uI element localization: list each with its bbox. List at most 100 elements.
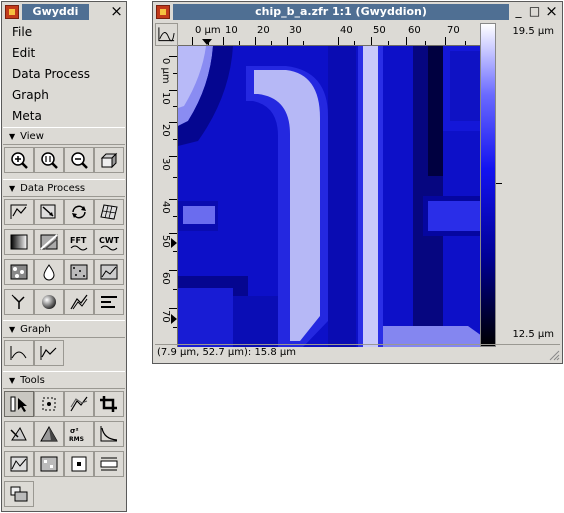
graph-surface-button[interactable] (94, 259, 124, 285)
spot-remove-tool-button[interactable] (4, 451, 34, 477)
crop-resample-button[interactable] (34, 199, 64, 225)
surface-plot-icon (100, 264, 118, 280)
section-view[interactable]: ▼ View (3, 127, 125, 145)
line-stats-tool-button[interactable] (94, 451, 124, 477)
graph-points-button[interactable] (34, 340, 64, 366)
maximize-button[interactable]: □ (528, 5, 541, 18)
sfunctions-tool-button[interactable] (94, 421, 124, 447)
menu-edit[interactable]: Edit (12, 43, 35, 63)
ruler-y-label: 10 (160, 92, 171, 105)
data-window-titlebar[interactable]: chip_b_a.zfr 1:1 (Gwyddion) _ □ × (153, 2, 562, 22)
y-position-marker-icon (171, 314, 177, 324)
crop-tool-button[interactable] (94, 391, 124, 417)
grid-shear-icon (100, 204, 118, 220)
shear-button[interactable] (94, 199, 124, 225)
svg-text:σ²: σ² (70, 427, 79, 435)
sphere-button[interactable] (34, 289, 64, 315)
minimize-button[interactable]: _ (512, 5, 525, 18)
afm-height-image[interactable] (178, 46, 489, 347)
rotate-icon (72, 205, 86, 219)
menu-meta[interactable]: Meta (12, 106, 42, 126)
close-button[interactable]: × (545, 4, 558, 19)
gwyddion-app-icon (5, 5, 19, 19)
ruler-x-label: 20 (257, 25, 270, 36)
colorbar-min-label: 12.5 µm (512, 329, 554, 340)
level-button[interactable] (4, 199, 34, 225)
toolbox-titlebar[interactable]: Gwyddi × (2, 2, 126, 22)
ruler-y-label: 30 (160, 158, 171, 171)
expander-down-icon: ▼ (9, 376, 16, 385)
grains-button[interactable] (4, 259, 34, 285)
color-scale-bar (480, 23, 496, 347)
resize-grip-icon[interactable] (548, 349, 560, 361)
gradient-icon (10, 234, 28, 250)
graph-menu-button[interactable] (155, 23, 178, 46)
cursor-value-readout: (7.9 µm, 52.7 µm): 15.8 µm (157, 347, 296, 358)
stats-tool-button[interactable]: σ² RMS (64, 421, 94, 447)
zoom-in-icon (11, 152, 28, 169)
ruler-y-label: 20 (160, 124, 171, 137)
3d-cube-icon (100, 152, 118, 169)
mask-tool-button[interactable] (64, 451, 94, 477)
level3-tool-button[interactable] (34, 421, 64, 447)
expander-down-icon: ▼ (9, 132, 16, 141)
y-position-marker-icon (171, 238, 177, 248)
drop-icon (43, 264, 55, 281)
scale-icon (40, 204, 56, 219)
shade-button[interactable] (4, 229, 34, 255)
data-window-title: chip_b_a.zfr 1:1 (Gwyddion) (173, 4, 509, 20)
zoom-out-button[interactable] (64, 147, 94, 173)
zoom-1to1-icon (41, 152, 58, 169)
read-value-tool-button[interactable] (34, 391, 64, 417)
ruler-y-label: 60 (160, 272, 171, 285)
fft-button[interactable]: FFT (64, 229, 94, 255)
ruler-x-label: 10 (225, 25, 238, 36)
texture-icon (40, 234, 58, 250)
distribution-button[interactable] (94, 289, 124, 315)
pointer-tool-button[interactable] (4, 391, 34, 417)
cwt-icon: CWT (99, 236, 119, 251)
facets-button[interactable] (64, 289, 94, 315)
grain-remove-tool-button[interactable] (34, 451, 64, 477)
noise-button[interactable] (64, 259, 94, 285)
profile-tool-button[interactable] (64, 391, 94, 417)
rms-icon: σ²RMS (69, 427, 84, 443)
toolbox-close-button[interactable]: × (110, 4, 123, 19)
zoom-1to1-button[interactable] (34, 147, 64, 173)
noise-icon (70, 264, 88, 280)
fractal-button[interactable] (4, 289, 34, 315)
graph-curve-icon (158, 27, 175, 42)
expander-down-icon: ▼ (9, 184, 16, 193)
horizontal-ruler: 0 µm 10 20 30 40 50 60 70 (178, 23, 489, 46)
selection-manager-tool-button[interactable] (4, 481, 34, 507)
data-window: chip_b_a.zfr 1:1 (Gwyddion) _ □ × 0 µm 1… (152, 1, 563, 364)
ruler-y-label: 70 (160, 310, 171, 323)
profile-icon (70, 396, 88, 412)
section-graph[interactable]: ▼ Graph (3, 320, 125, 338)
pointer-ruler-icon (10, 396, 27, 412)
ruler-y-label: 40 (160, 201, 171, 214)
spectrum-icon (10, 456, 28, 472)
section-data-process[interactable]: ▼ Data Process (3, 179, 125, 197)
polynomial-button[interactable] (34, 229, 64, 255)
decay-curve-icon (100, 426, 118, 442)
graph-fit-button[interactable] (4, 340, 34, 366)
filter-tool-button[interactable] (4, 421, 34, 447)
watershed-button[interactable] (34, 259, 64, 285)
facets-icon (70, 294, 88, 310)
section-tools[interactable]: ▼ Tools (3, 371, 125, 389)
pyramid-icon (40, 425, 58, 442)
ruler-y-label: 50 (160, 235, 171, 248)
menu-data-process[interactable]: Data Process (12, 64, 90, 84)
menu-graph[interactable]: Graph (12, 85, 49, 105)
svg-text:RMS: RMS (69, 436, 84, 443)
menu-file[interactable]: File (12, 22, 32, 42)
3d-view-button[interactable] (94, 147, 124, 173)
zoom-in-button[interactable] (4, 147, 34, 173)
grains-icon (10, 264, 28, 280)
rotate-button[interactable] (64, 199, 94, 225)
ruler-x-label: 40 (340, 25, 353, 36)
svg-text:FFT: FFT (70, 236, 87, 245)
cwt-button[interactable]: CWT (94, 229, 124, 255)
gwyddion-app-icon (156, 5, 170, 19)
